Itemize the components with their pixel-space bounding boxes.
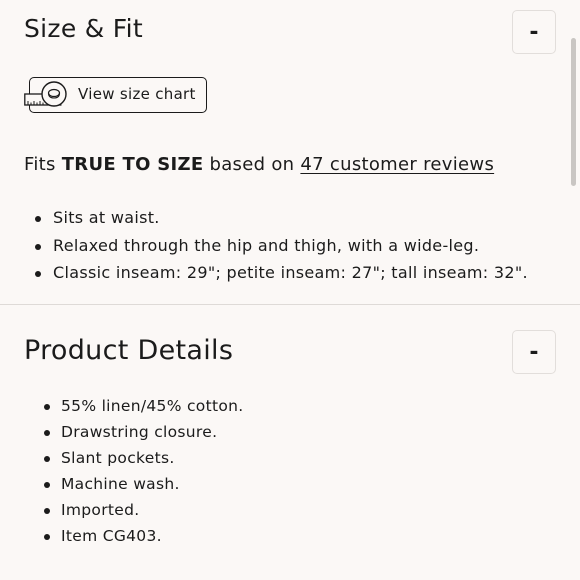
scrollbar-thumb[interactable] bbox=[571, 38, 576, 186]
size-fit-list: Sits at waist. Relaxed through the hip a… bbox=[35, 207, 528, 290]
list-item: Machine wash. bbox=[43, 473, 243, 499]
list-item: Item CG403. bbox=[43, 525, 243, 551]
measuring-tape-icon bbox=[24, 81, 67, 107]
list-item: Drawstring closure. bbox=[43, 421, 243, 447]
product-details-collapse-button[interactable]: - bbox=[512, 330, 556, 374]
list-item: Sits at waist. bbox=[35, 207, 528, 235]
size-fit-section: Size & Fit - View size chart Fits TRUE T… bbox=[0, 0, 580, 304]
size-fit-collapse-button[interactable]: - bbox=[512, 10, 556, 54]
minus-icon: - bbox=[529, 339, 539, 365]
product-details-list: 55% linen/45% cotton. Drawstring closure… bbox=[43, 395, 243, 551]
view-size-chart-button[interactable]: View size chart bbox=[24, 76, 208, 114]
list-item: Imported. bbox=[43, 499, 243, 525]
list-item: Classic inseam: 29"; petite inseam: 27";… bbox=[35, 262, 528, 290]
fit-middle: based on bbox=[203, 154, 301, 175]
size-fit-title: Size & Fit bbox=[24, 14, 144, 43]
view-size-chart-label: View size chart bbox=[78, 85, 196, 103]
product-info-panel: Size & Fit - View size chart Fits TRUE T… bbox=[0, 0, 580, 580]
fit-prefix: Fits bbox=[24, 154, 62, 175]
minus-icon: - bbox=[529, 19, 539, 45]
product-details-title: Product Details bbox=[24, 335, 234, 366]
customer-reviews-link[interactable]: 47 customer reviews bbox=[300, 154, 494, 175]
fit-rating: TRUE TO SIZE bbox=[61, 154, 204, 175]
list-item: Slant pockets. bbox=[43, 447, 243, 473]
list-item: Relaxed through the hip and thigh, with … bbox=[35, 235, 528, 263]
fit-summary: Fits TRUE TO SIZE based on 47 customer r… bbox=[24, 154, 494, 175]
list-item: 55% linen/45% cotton. bbox=[43, 395, 243, 421]
product-details-section: Product Details - 55% linen/45% cotton. … bbox=[0, 305, 580, 580]
